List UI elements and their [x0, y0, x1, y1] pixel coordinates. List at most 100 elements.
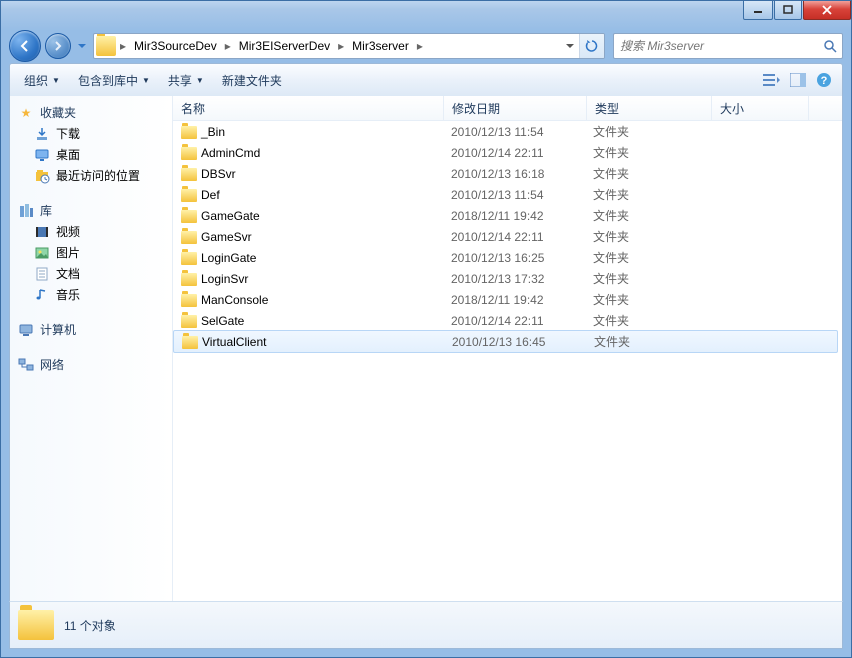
file-name: LoginGate: [201, 251, 256, 265]
folder-icon: [181, 294, 197, 307]
col-type[interactable]: 类型: [587, 96, 712, 120]
nav-pane[interactable]: ★收藏夹 下载桌面最近访问的位置 库 视频图片文档音乐 计算机 网络: [10, 96, 173, 601]
sidebar-item[interactable]: 视频: [10, 221, 172, 242]
sidebar-item[interactable]: 音乐: [10, 284, 172, 305]
maximize-button[interactable]: [774, 1, 802, 20]
folder-icon: [96, 36, 116, 56]
search-icon[interactable]: [818, 39, 842, 53]
file-row[interactable]: DBSvr2010/12/13 16:18文件夹: [173, 163, 842, 184]
history-dropdown[interactable]: [75, 34, 89, 58]
chevron-down-icon: ▼: [196, 76, 204, 85]
address-dropdown[interactable]: [560, 34, 579, 58]
search-box[interactable]: [613, 33, 843, 59]
favorites-header[interactable]: ★收藏夹: [10, 102, 172, 123]
breadcrumb[interactable]: ▸ Mir3SourceDev ▸ Mir3EIServerDev ▸ Mir3…: [118, 34, 425, 58]
file-type: 文件夹: [585, 207, 709, 224]
folder-icon: [181, 168, 197, 181]
file-row[interactable]: SelGate2010/12/14 22:11文件夹: [173, 310, 842, 331]
crumb-0[interactable]: Mir3SourceDev: [128, 39, 223, 53]
forward-button[interactable]: [45, 33, 71, 59]
folder-icon: [181, 189, 197, 202]
file-name: AdminCmd: [201, 146, 260, 160]
file-date: 2010/12/14 22:11: [443, 314, 585, 328]
col-date[interactable]: 修改日期: [444, 96, 587, 120]
search-input[interactable]: [614, 39, 818, 53]
chevron-right-icon[interactable]: ▸: [336, 39, 346, 53]
crumb-2[interactable]: Mir3server: [346, 39, 415, 53]
file-row[interactable]: LoginSvr2010/12/13 17:32文件夹: [173, 268, 842, 289]
folder-icon: [181, 252, 197, 265]
sidebar-item-label: 下载: [56, 125, 80, 142]
file-row[interactable]: GameGate 2018/12/11 19:42文件夹: [173, 205, 842, 226]
desktop-icon: [34, 147, 50, 163]
libraries-header[interactable]: 库: [10, 200, 172, 221]
file-row[interactable]: VirtualClient2010/12/13 16:45文件夹: [173, 330, 838, 353]
share-button[interactable]: 共享▼: [160, 68, 212, 93]
file-type: 文件夹: [585, 228, 709, 245]
close-button[interactable]: [803, 1, 851, 20]
file-type: 文件夹: [585, 291, 709, 308]
picture-icon: [34, 245, 50, 261]
column-headers[interactable]: 名称 修改日期 类型 大小: [173, 96, 842, 121]
col-size[interactable]: 大小: [712, 96, 809, 120]
file-name: GameSvr: [201, 230, 252, 244]
file-name: GameGate: [201, 209, 260, 223]
minimize-button[interactable]: [743, 1, 773, 20]
status-bar: 11 个对象: [9, 601, 843, 649]
chevron-down-icon: ▼: [52, 76, 60, 85]
file-type: 文件夹: [585, 249, 709, 266]
file-row[interactable]: ManConsole2018/12/11 19:42文件夹: [173, 289, 842, 310]
file-type: 文件夹: [585, 144, 709, 161]
file-date: 2018/12/11 19:42: [443, 209, 585, 223]
file-row[interactable]: LoginGate2010/12/13 16:25文件夹: [173, 247, 842, 268]
sidebar-item[interactable]: 文档: [10, 263, 172, 284]
file-name: DBSvr: [201, 167, 236, 181]
status-text: 11 个对象: [64, 617, 116, 634]
new-folder-button[interactable]: 新建文件夹: [214, 68, 290, 93]
network-header[interactable]: 网络: [10, 354, 172, 375]
refresh-button[interactable]: [579, 34, 604, 58]
file-type: 文件夹: [585, 165, 709, 182]
sidebar-item[interactable]: 图片: [10, 242, 172, 263]
folder-icon: [181, 147, 197, 160]
folder-icon: [181, 315, 197, 328]
chevron-right-icon[interactable]: ▸: [415, 39, 425, 53]
file-row[interactable]: _Bin2010/12/13 11:54文件夹: [173, 121, 842, 142]
file-row[interactable]: Def 2010/12/13 11:54文件夹: [173, 184, 842, 205]
folder-icon: [181, 231, 197, 244]
address-bar[interactable]: ▸ Mir3SourceDev ▸ Mir3EIServerDev ▸ Mir3…: [93, 33, 605, 59]
chevron-right-icon[interactable]: ▸: [223, 39, 233, 53]
include-in-library-button[interactable]: 包含到库中▼: [70, 68, 158, 93]
file-date: 2010/12/14 22:11: [443, 230, 585, 244]
file-type: 文件夹: [585, 270, 709, 287]
file-type: 文件夹: [585, 186, 709, 203]
titlebar[interactable]: [1, 1, 851, 29]
computer-header[interactable]: 计算机: [10, 319, 172, 340]
computer-icon: [18, 322, 34, 338]
file-name: Def: [201, 188, 220, 202]
file-type: 文件夹: [585, 312, 709, 329]
file-row[interactable]: GameSvr 2010/12/14 22:11文件夹: [173, 226, 842, 247]
crumb-1[interactable]: Mir3EIServerDev: [233, 39, 336, 53]
organize-button[interactable]: 组织▼: [16, 68, 68, 93]
back-button[interactable]: [9, 30, 41, 62]
file-row[interactable]: AdminCmd 2010/12/14 22:11文件夹: [173, 142, 842, 163]
navbar: ▸ Mir3SourceDev ▸ Mir3EIServerDev ▸ Mir3…: [9, 29, 843, 63]
folder-icon: [181, 273, 197, 286]
file-date: 2010/12/14 22:11: [443, 146, 585, 160]
rows[interactable]: _Bin2010/12/13 11:54文件夹 AdminCmd 2010/12/1…: [173, 121, 842, 601]
preview-pane-button[interactable]: [786, 68, 810, 92]
file-date: 2010/12/13 11:54: [443, 188, 585, 202]
toolbar: 组织▼ 包含到库中▼ 共享▼ 新建文件夹 ?: [9, 63, 843, 97]
file-date: 2010/12/13 17:32: [443, 272, 585, 286]
help-button[interactable]: ?: [812, 68, 836, 92]
sidebar-item[interactable]: 下载: [10, 123, 172, 144]
col-name[interactable]: 名称: [173, 96, 444, 120]
sidebar-item[interactable]: 最近访问的位置: [10, 165, 172, 186]
sidebar-item[interactable]: 桌面: [10, 144, 172, 165]
view-options-button[interactable]: [760, 68, 784, 92]
libraries-icon: [18, 203, 34, 219]
chevron-right-icon[interactable]: ▸: [118, 39, 128, 53]
network-icon: [18, 357, 34, 373]
sidebar-item-label: 图片: [56, 244, 80, 261]
